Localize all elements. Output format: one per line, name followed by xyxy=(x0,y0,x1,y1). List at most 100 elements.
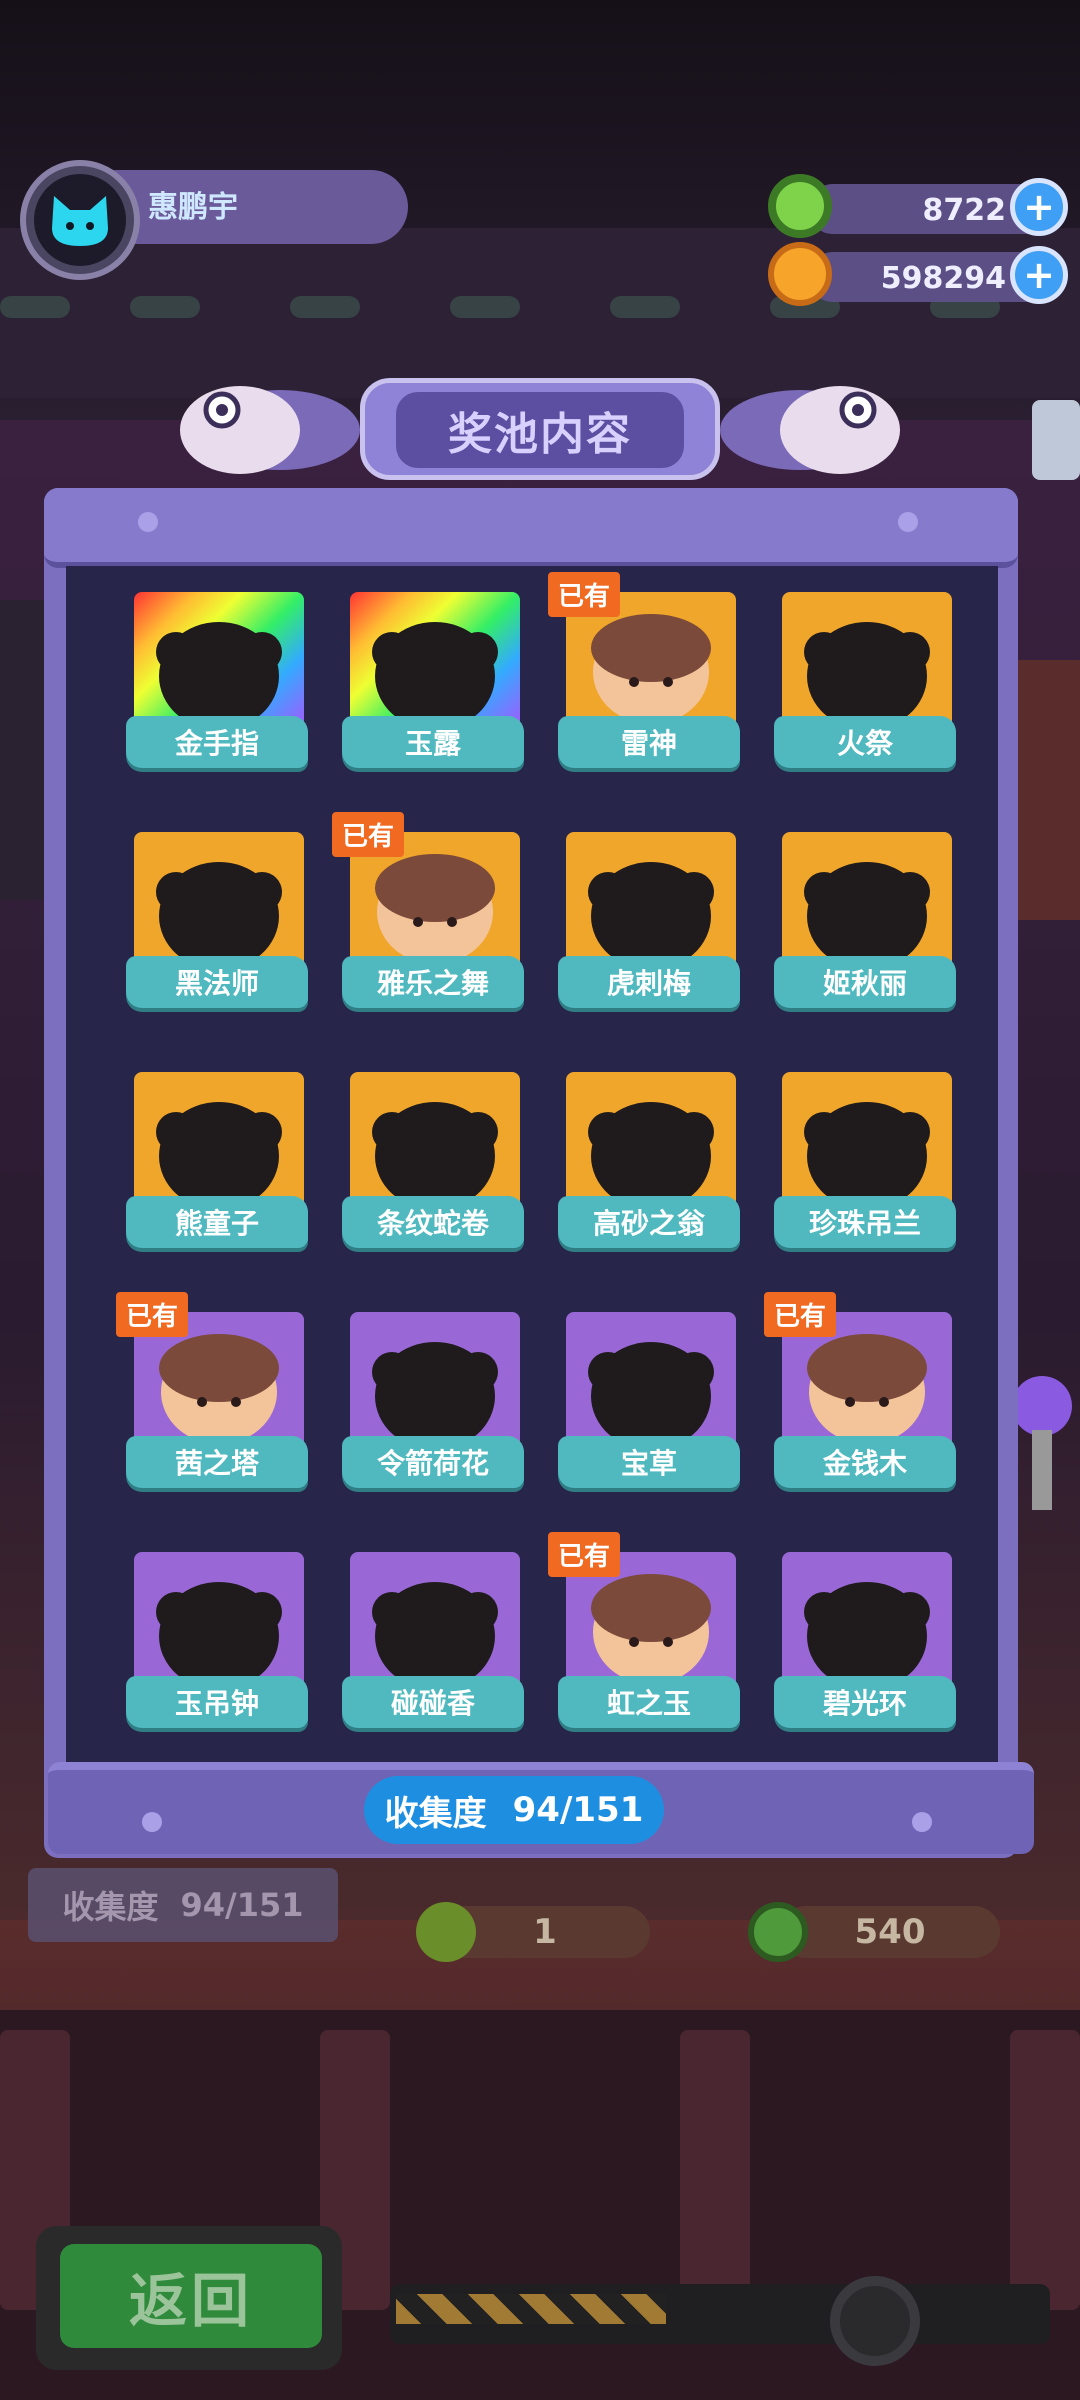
prize-card[interactable]: 高砂之翁 xyxy=(558,1072,740,1254)
prize-portrait xyxy=(566,1312,736,1452)
prize-grid: 金手指 玉露 雷神 已有 火祭 黑法师 雅乐之舞 已有 虎刺梅 姬秋丽 熊童子 条纹蛇卷 高砂之翁 珍珠吊… xyxy=(66,566,998,1762)
prize-card[interactable]: 茜之塔 已有 xyxy=(116,1292,308,1494)
locked-character-silhouette-icon xyxy=(588,1342,714,1450)
prize-card[interactable]: 条纹蛇卷 xyxy=(342,1072,524,1254)
prize-card[interactable]: 虹之玉 已有 xyxy=(548,1532,740,1734)
lever-stick xyxy=(1032,1430,1052,1510)
fish-decoration-icon xyxy=(180,386,360,474)
player-profile[interactable]: 惠鹏宇 xyxy=(20,160,408,280)
locked-character-silhouette-icon xyxy=(588,1102,714,1210)
prize-card[interactable]: 碧光环 xyxy=(774,1552,956,1734)
prize-portrait xyxy=(134,1552,304,1692)
prize-portrait xyxy=(134,1072,304,1212)
character-icon xyxy=(159,1334,279,1444)
coin-cost: 540 xyxy=(854,1912,926,1952)
prize-name: 虹之玉 xyxy=(558,1676,740,1728)
orange-coin-counter: 598294 + xyxy=(768,242,1068,306)
prize-portrait xyxy=(134,592,304,732)
prize-name: 熊童子 xyxy=(126,1196,308,1248)
prize-portrait xyxy=(782,832,952,972)
prize-name: 玉吊钟 xyxy=(126,1676,308,1728)
prize-card[interactable]: 熊童子 xyxy=(126,1072,308,1254)
prize-card[interactable]: 宝草 xyxy=(558,1312,740,1494)
prize-card[interactable]: 姬秋丽 xyxy=(774,832,956,1014)
character-icon xyxy=(375,854,495,964)
prize-card[interactable]: 令箭荷花 xyxy=(342,1312,524,1494)
orange-planet-coin-icon xyxy=(768,242,832,306)
locked-character-silhouette-icon xyxy=(804,1582,930,1690)
prize-portrait xyxy=(350,1072,520,1212)
character-icon xyxy=(591,614,711,724)
collection-progress: 收集度 94/151 xyxy=(364,1776,664,1844)
prize-card[interactable]: 玉露 xyxy=(342,592,524,774)
locked-character-silhouette-icon xyxy=(804,862,930,970)
prize-portrait xyxy=(350,1312,520,1452)
orange-coin-value: 598294 xyxy=(880,261,1006,296)
owned-badge: 已有 xyxy=(764,1292,837,1337)
locked-character-silhouette-icon xyxy=(372,622,498,730)
screw xyxy=(912,1812,932,1832)
collection-label: 收集度 xyxy=(384,1793,487,1834)
side-decoration xyxy=(1010,660,1080,920)
owned-badge: 已有 xyxy=(548,572,621,617)
prize-card[interactable]: 雅乐之舞 已有 xyxy=(332,812,524,1014)
prize-name: 玉露 xyxy=(342,716,524,768)
prize-name: 金钱木 xyxy=(774,1436,956,1488)
prize-name: 碧光环 xyxy=(774,1676,956,1728)
locked-character-silhouette-icon xyxy=(156,862,282,970)
fish-decoration-icon xyxy=(720,386,900,474)
prize-portrait xyxy=(566,832,736,972)
panel-title: 奖池内容 xyxy=(396,392,684,468)
back-button[interactable]: 返回 xyxy=(36,2226,342,2370)
prize-card[interactable]: 黑法师 xyxy=(126,832,308,1014)
screw xyxy=(898,512,918,532)
screw xyxy=(142,1812,162,1832)
locked-character-silhouette-icon xyxy=(372,1102,498,1210)
prize-name: 雷神 xyxy=(558,716,740,768)
background-collection-label: 收集度 94/151 xyxy=(28,1868,338,1942)
prize-card[interactable]: 玉吊钟 xyxy=(126,1552,308,1734)
avatar[interactable] xyxy=(20,160,140,280)
add-green-coin-button[interactable]: + xyxy=(1010,178,1068,236)
lever-knob-icon xyxy=(1012,1376,1072,1436)
prize-portrait xyxy=(134,832,304,972)
locked-character-silhouette-icon xyxy=(804,622,930,730)
ticket-icon xyxy=(416,1902,476,1962)
prize-card[interactable]: 金钱木 已有 xyxy=(764,1292,956,1494)
locked-character-silhouette-icon xyxy=(156,1102,282,1210)
prize-card[interactable]: 碰碰香 xyxy=(342,1552,524,1734)
prize-card[interactable]: 金手指 xyxy=(126,592,308,774)
character-icon xyxy=(807,1334,927,1444)
prize-name: 姬秋丽 xyxy=(774,956,956,1008)
prize-name: 条纹蛇卷 xyxy=(342,1196,524,1248)
back-button-label: 返回 xyxy=(60,2244,322,2348)
prize-card[interactable]: 珍珠吊兰 xyxy=(774,1072,956,1254)
clip-icon xyxy=(1032,400,1080,480)
prize-card[interactable]: 虎刺梅 xyxy=(558,832,740,1014)
locked-character-silhouette-icon xyxy=(372,1342,498,1450)
panel-top-rail xyxy=(44,488,1018,568)
coin-cost-pill: 540 xyxy=(780,1906,1000,1958)
prize-portrait xyxy=(782,592,952,732)
prize-card[interactable]: 雷神 已有 xyxy=(548,572,740,774)
prize-portrait xyxy=(350,1552,520,1692)
collection-value: 94/151 xyxy=(512,1790,644,1830)
locked-character-silhouette-icon xyxy=(156,1582,282,1690)
green-donut-coin-icon xyxy=(768,174,832,238)
add-orange-coin-button[interactable]: + xyxy=(1010,246,1068,304)
prize-name: 虎刺梅 xyxy=(558,956,740,1008)
locked-character-silhouette-icon xyxy=(588,862,714,970)
knob-icon xyxy=(830,2276,920,2366)
locked-character-silhouette-icon xyxy=(372,1582,498,1690)
prize-name: 宝草 xyxy=(558,1436,740,1488)
prize-name: 火祭 xyxy=(774,716,956,768)
hazard-stripe xyxy=(396,2294,666,2324)
owned-badge: 已有 xyxy=(548,1532,621,1577)
prize-card[interactable]: 火祭 xyxy=(774,592,956,774)
screw xyxy=(138,512,158,532)
cat-avatar-icon xyxy=(52,196,108,246)
ticket-count: 1 xyxy=(533,1912,557,1952)
locked-character-silhouette-icon xyxy=(156,622,282,730)
prize-name: 金手指 xyxy=(126,716,308,768)
green-donut-coin-icon xyxy=(748,1902,808,1962)
